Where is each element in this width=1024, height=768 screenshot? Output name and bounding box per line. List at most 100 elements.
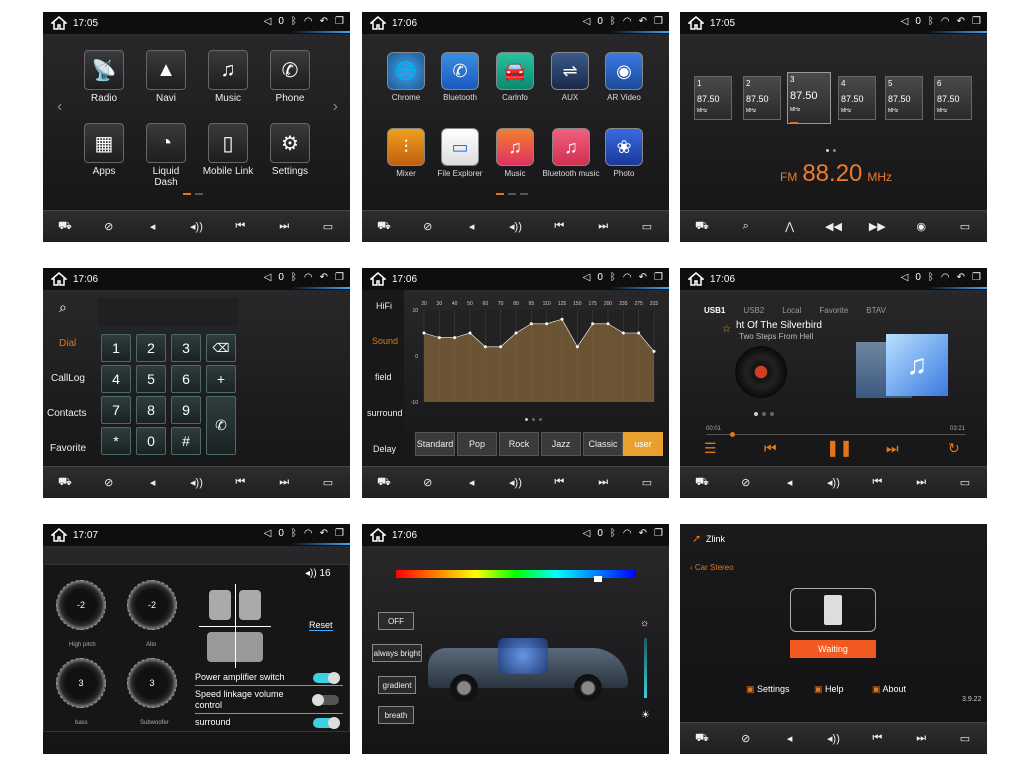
tab-hifi[interactable]: HiFi [376, 301, 392, 311]
zlink-settings-button[interactable]: ▣ Settings [746, 684, 790, 695]
search-icon[interactable]: ⌕ [731, 220, 761, 233]
back-icon[interactable]: ↶ [320, 271, 328, 285]
radio-preset[interactable]: 2 87.50 MHz [743, 76, 781, 120]
tab-calllog[interactable]: CallLog [51, 373, 85, 384]
mode-always-bright[interactable]: always bright [372, 644, 422, 662]
reset-button[interactable]: Reset [309, 620, 333, 631]
back-car-stereo[interactable]: ‹ Car Stereo [690, 563, 734, 572]
volume-up-icon[interactable]: ◂)) [500, 476, 530, 489]
volume-up-icon[interactable]: ◂)) [181, 220, 211, 233]
zlink-about-button[interactable]: ▣ About [872, 684, 906, 695]
no-navigation-icon[interactable]: ⊘ [731, 732, 761, 745]
radio-preset-active[interactable]: 3 87.50 MHz [787, 72, 831, 124]
seek-back-icon[interactable]: ◀◀ [818, 220, 848, 233]
eq-point[interactable] [560, 317, 564, 321]
app-bluetooth[interactable]: ✆ Bluetooth [438, 52, 482, 102]
knob-high-pitch[interactable]: -2 [56, 580, 106, 630]
home-icon[interactable] [686, 272, 706, 286]
key-7[interactable]: 7 [101, 396, 131, 424]
next-track-icon[interactable]: ⏭ [886, 440, 899, 457]
knob-bass[interactable]: 3 [56, 658, 106, 708]
speed-linkage-toggle[interactable] [312, 694, 339, 706]
home-icon[interactable] [368, 16, 388, 30]
key-star[interactable]: * [101, 427, 131, 455]
antenna-icon[interactable]: ⋀ [775, 220, 805, 233]
previous-icon[interactable]: ⏮ [544, 220, 574, 233]
next-icon[interactable]: ⏭ [588, 220, 618, 233]
power-screen-icon[interactable]: ▭ [632, 220, 662, 233]
next-icon[interactable]: ⏭ [588, 476, 618, 489]
window-icon[interactable]: ❐ [654, 271, 663, 285]
car-home-icon[interactable]: ⛟ [50, 220, 80, 234]
tab-dial[interactable]: Dial [59, 338, 76, 349]
page-prev-arrow[interactable]: ‹ [57, 98, 62, 116]
app-apps[interactable]: ▦ Apps [83, 123, 125, 177]
eq-point[interactable] [437, 336, 441, 340]
app-chrome[interactable]: 🌐 Chrome [384, 52, 428, 102]
tab-btav[interactable]: BTAV [866, 306, 886, 315]
key-5[interactable]: 5 [136, 365, 166, 393]
window-icon[interactable]: ❐ [654, 15, 663, 29]
mode-breath[interactable]: breath [378, 706, 414, 724]
radio-preset[interactable]: 4 87.50 MHz [838, 76, 876, 120]
back-icon[interactable]: ↶ [957, 15, 965, 29]
volume-up-icon[interactable]: ◂)) [181, 476, 211, 489]
power-screen-icon[interactable]: ▭ [632, 476, 662, 489]
radio-preset[interactable]: 1 87.50 MHz [694, 76, 732, 120]
tab-usb2[interactable]: USB2 [743, 306, 764, 315]
eq-curve-chart[interactable]: 20 30 40 50 60 70 80 95 110 125 150 175 200 235 275 315… [410, 298, 662, 408]
app-photo[interactable]: ❀ Photo [602, 128, 646, 178]
eq-point[interactable] [483, 345, 487, 349]
app-ar-video[interactable]: ◉ AR Video [602, 52, 646, 102]
power-screen-icon[interactable]: ▭ [950, 220, 980, 233]
plus-key[interactable]: + [206, 365, 236, 393]
tab-delay[interactable]: Delay [373, 444, 396, 454]
next-icon[interactable]: ⏭ [906, 732, 936, 745]
home-icon[interactable] [49, 528, 69, 542]
app-mobile-link[interactable]: ▯ Mobile Link [198, 123, 258, 177]
eq-point[interactable] [637, 331, 641, 335]
mode-off[interactable]: OFF [378, 612, 414, 630]
volume-down-icon[interactable]: ◂ [138, 220, 168, 233]
key-hash[interactable]: # [171, 427, 201, 455]
key-4[interactable]: 4 [101, 365, 131, 393]
radio-preset[interactable]: 5 87.50 MHz [885, 76, 923, 120]
home-icon[interactable] [368, 272, 388, 286]
back-icon[interactable]: ↶ [639, 271, 647, 285]
preset-user[interactable]: user [623, 432, 663, 456]
power-amplifier-toggle[interactable] [313, 672, 340, 684]
home-icon[interactable] [686, 16, 706, 30]
previous-icon[interactable]: ⏮ [544, 476, 574, 489]
app-bluetooth-music[interactable]: ♫ Bluetooth music [540, 128, 602, 178]
app-liquid-dash[interactable]: ◔ Liquid Dash [141, 123, 191, 188]
preset-rock[interactable]: Rock [499, 432, 539, 456]
page-next-arrow[interactable]: › [333, 98, 338, 116]
eq-point[interactable] [514, 331, 518, 335]
volume-down-icon[interactable]: ◂ [138, 476, 168, 489]
app-file-explorer[interactable]: ▭ File Explorer [434, 128, 486, 178]
window-icon[interactable]: ❐ [335, 527, 344, 541]
surround-toggle[interactable] [313, 717, 340, 729]
pause-icon[interactable]: ❚❚ [826, 438, 853, 458]
previous-icon[interactable]: ⏮ [862, 732, 892, 745]
power-screen-icon[interactable]: ▭ [313, 476, 343, 489]
no-navigation-icon[interactable]: ⊘ [731, 476, 761, 489]
window-icon[interactable]: ❐ [335, 271, 344, 285]
back-icon[interactable]: ↶ [320, 15, 328, 29]
eq-point[interactable] [652, 349, 656, 353]
volume-up-icon[interactable]: ◂)) [818, 732, 848, 745]
tab-usb1[interactable]: USB1 [704, 306, 725, 315]
radio-preset[interactable]: 6 87.50 MHz [934, 76, 972, 120]
key-2[interactable]: 2 [136, 334, 166, 362]
back-icon[interactable]: ↶ [320, 527, 328, 541]
mode-gradient[interactable]: gradient [378, 676, 416, 694]
eye-icon[interactable]: ◉ [906, 220, 936, 233]
power-screen-icon[interactable]: ▭ [313, 220, 343, 233]
no-navigation-icon[interactable]: ⊘ [413, 476, 443, 489]
key-3[interactable]: 3 [171, 334, 201, 362]
previous-icon[interactable]: ⏮ [225, 220, 255, 233]
key-1[interactable]: 1 [101, 334, 131, 362]
color-spectrum-slider[interactable] [396, 570, 636, 582]
volume-down-icon[interactable]: ◂ [775, 476, 805, 489]
car-home-icon[interactable]: ⛟ [687, 220, 717, 234]
